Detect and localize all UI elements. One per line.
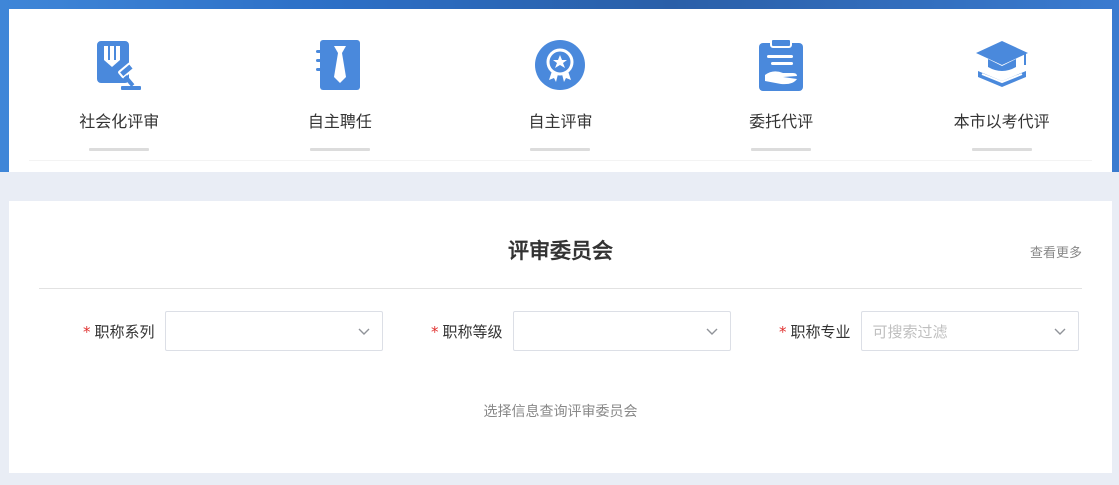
required-mark: * — [83, 322, 91, 341]
filter-title-series: * 职称系列 — [83, 311, 383, 351]
title-level-select[interactable] — [512, 311, 731, 351]
filter-title-level: * 职称等级 — [431, 311, 731, 351]
title-series-select[interactable] — [164, 311, 383, 351]
divider — [39, 288, 1082, 289]
award-badge-icon — [532, 37, 588, 93]
nav-underline — [309, 148, 370, 151]
nav-item-entrusted-review[interactable]: 委托代评 — [671, 9, 892, 172]
filter-label: * 职称系列 — [83, 321, 155, 342]
graduation-cap-icon — [974, 37, 1030, 93]
nav-item-exam-review[interactable]: 本市以考代评 — [891, 9, 1112, 172]
chevron-down-icon — [1054, 328, 1066, 335]
nav-label: 社会化评审 — [79, 112, 160, 131]
nav-divider — [29, 160, 1092, 161]
nav-item-social-review[interactable]: 社会化评审 — [9, 9, 230, 172]
tie-icon — [312, 37, 368, 93]
title-specialty-select[interactable]: 可搜索过滤 — [860, 311, 1079, 351]
filter-label: * 职称专业 — [779, 321, 851, 342]
nav-label: 自主聘任 — [307, 112, 372, 131]
service-nav: 社会化评审 自主聘任 自主评审 委托代评 本市以考代评 — [9, 9, 1112, 172]
page-title: 评审委员会 — [508, 239, 613, 263]
required-mark: * — [431, 322, 439, 341]
filter-label-text: 职称专业 — [790, 322, 851, 341]
nav-label: 委托代评 — [749, 112, 814, 131]
nav-label: 本市以考代评 — [953, 112, 1050, 131]
chevron-down-icon — [706, 328, 718, 335]
committee-panel: 评审委员会 查看更多 * 职称系列 * 职称等级 * 职称专业 可搜索过滤 选择信息查… — [9, 201, 1112, 473]
filter-label-text: 职称等级 — [442, 322, 503, 341]
filter-label-text: 职称系列 — [94, 322, 155, 341]
empty-hint: 选择信息查询评审委员会 — [483, 404, 638, 420]
nav-underline — [971, 148, 1032, 151]
required-mark: * — [779, 322, 787, 341]
gavel-icon — [91, 37, 147, 93]
select-placeholder: 可搜索过滤 — [872, 322, 948, 341]
nav-item-self-appointment[interactable]: 自主聘任 — [230, 9, 451, 172]
view-more-link[interactable]: 查看更多 — [1030, 242, 1082, 261]
nav-underline — [751, 148, 812, 151]
nav-underline — [530, 148, 591, 151]
filter-title-specialty: * 职称专业 可搜索过滤 — [779, 311, 1079, 351]
nav-label: 自主评审 — [528, 112, 593, 131]
chevron-down-icon — [358, 328, 370, 335]
filter-label: * 职称等级 — [431, 321, 503, 342]
nav-item-self-review[interactable]: 自主评审 — [450, 9, 671, 172]
clipboard-hand-icon — [753, 37, 809, 93]
nav-underline — [89, 148, 150, 151]
